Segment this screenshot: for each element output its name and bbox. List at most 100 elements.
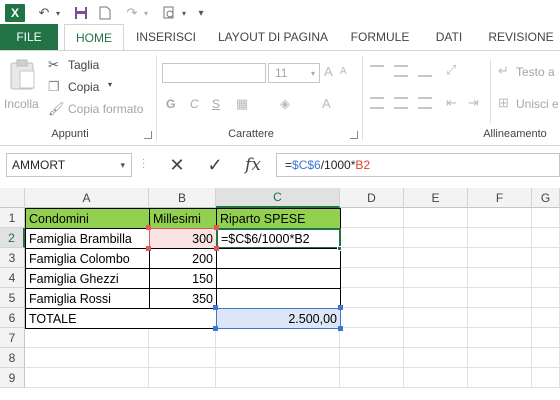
align-top-icon[interactable] [370,65,384,77]
row-header-5[interactable]: 5 [0,288,25,308]
row-header-8[interactable]: 8 [0,348,25,368]
enter-icon[interactable]: ✓ [196,155,234,176]
cut-button[interactable]: ✂ Taglia [48,57,108,75]
cell-a3[interactable]: Famiglia Colombo [25,248,150,269]
cell-c5[interactable] [216,288,341,309]
tab-layout[interactable]: LAYOUT DI PAGINA [210,24,336,50]
empty-cell[interactable] [404,208,468,228]
customize-qat-icon[interactable]: ▾ [195,2,207,24]
row-header-3[interactable]: 3 [0,248,25,268]
align-bottom-icon[interactable] [418,65,432,77]
cancel-icon[interactable]: ✕ [158,155,196,176]
clipboard-launcher-icon[interactable] [144,131,152,139]
ref-handle[interactable] [213,326,218,331]
column-header-f[interactable]: F [468,188,532,208]
formula-input[interactable]: = $C$6/1000* B2 [276,153,560,177]
empty-cell[interactable] [532,228,560,248]
empty-cell[interactable] [404,308,468,328]
name-box[interactable]: AMMORT ▾ [6,153,132,177]
empty-cell[interactable] [340,308,404,328]
align-center-icon[interactable] [394,97,408,109]
border-icon[interactable]: ▦ [236,96,248,112]
empty-cell[interactable] [404,328,468,348]
cell-c4[interactable] [216,268,341,289]
ref-handle[interactable] [338,305,343,310]
empty-cell[interactable] [216,328,340,348]
undo-icon[interactable]: ↶ [35,2,53,24]
empty-cell[interactable] [149,348,216,368]
column-header-b[interactable]: B [149,188,216,208]
tab-file[interactable]: FILE [0,24,58,50]
row-header-6[interactable]: 6 [0,308,25,328]
merge-icon[interactable]: ⊞ [498,95,509,111]
empty-cell[interactable] [468,348,532,368]
empty-cell[interactable] [149,328,216,348]
cell-a4[interactable]: Famiglia Ghezzi [25,268,150,289]
empty-cell[interactable] [468,208,532,228]
italic-button[interactable]: C [190,97,199,111]
empty-cell[interactable] [532,208,560,228]
underline-button[interactable]: S [212,97,220,111]
tab-formule[interactable]: FORMULE [344,24,416,50]
new-file-icon[interactable] [95,2,115,24]
empty-cell[interactable] [25,368,149,388]
empty-cell[interactable] [468,268,532,288]
align-middle-icon[interactable] [394,65,408,77]
insert-function-icon[interactable]: fx [234,155,272,175]
empty-cell[interactable] [532,328,560,348]
format-painter-button[interactable]: 🖌 Copia formato [48,101,152,119]
row-header-4[interactable]: 4 [0,268,25,288]
shrink-font-icon[interactable]: A [340,66,347,77]
drag-handle-icon[interactable]: · · · [142,155,145,173]
increase-indent-icon[interactable]: ⇥ [468,95,479,111]
wrap-text-icon[interactable]: ↵ [498,63,509,79]
cell-b1[interactable]: Millesimi [149,208,217,229]
merge-label[interactable]: Unisci e [516,97,559,111]
worksheet-grid[interactable]: A B C D E F G 1 2 3 4 5 6 7 8 9 Condomin… [0,188,560,400]
align-left-icon[interactable] [370,97,384,109]
empty-cell[interactable] [404,368,468,388]
ref-handle[interactable] [213,305,218,310]
tab-revisione[interactable]: REVISIONE [482,24,560,50]
bold-button[interactable]: G [166,97,175,111]
wrap-text-label[interactable]: Testo a [516,65,555,79]
ref-handle[interactable] [146,246,151,251]
row-header-1[interactable]: 1 [0,208,25,228]
empty-cell[interactable] [468,228,532,248]
row-header-9[interactable]: 9 [0,368,25,388]
cell-a2[interactable]: Famiglia Brambilla [25,228,150,249]
empty-cell[interactable] [532,248,560,268]
empty-cell[interactable] [468,288,532,308]
orientation-icon[interactable]: ⤢ [446,62,456,78]
tab-home[interactable]: HOME [64,24,124,51]
empty-cell[interactable] [404,348,468,368]
cell-b2[interactable]: 300 [149,228,217,249]
empty-cell[interactable] [532,288,560,308]
column-header-g[interactable]: G [532,188,560,208]
cell-a6[interactable]: TOTALE [25,308,217,329]
cell-a1[interactable]: Condomini [25,208,150,229]
cell-c1[interactable]: Riparto SPESE [216,208,341,229]
cell-c6[interactable]: 2.500,00 [216,308,341,329]
copy-button[interactable]: ❐ Copia ▾ [48,79,120,97]
empty-cell[interactable] [468,328,532,348]
ref-handle[interactable] [338,326,343,331]
ref-handle[interactable] [146,225,151,230]
column-header-c[interactable]: C [216,188,340,208]
cell-c3[interactable] [216,248,341,269]
empty-cell[interactable] [340,248,404,268]
empty-cell[interactable] [340,208,404,228]
paste-button[interactable]: Incolla [4,57,42,121]
save-icon[interactable] [71,2,91,24]
fill-handle[interactable] [337,246,342,251]
font-color-icon[interactable]: A [322,96,331,111]
row-header-2[interactable]: 2 [0,228,25,248]
copy-dropdown-icon[interactable]: ▾ [108,80,112,89]
empty-cell[interactable] [25,348,149,368]
empty-cell[interactable] [340,288,404,308]
decrease-indent-icon[interactable]: ⇤ [446,95,457,111]
empty-cell[interactable] [532,348,560,368]
empty-cell[interactable] [404,288,468,308]
empty-cell[interactable] [532,308,560,328]
cell-b5[interactable]: 350 [149,288,217,309]
